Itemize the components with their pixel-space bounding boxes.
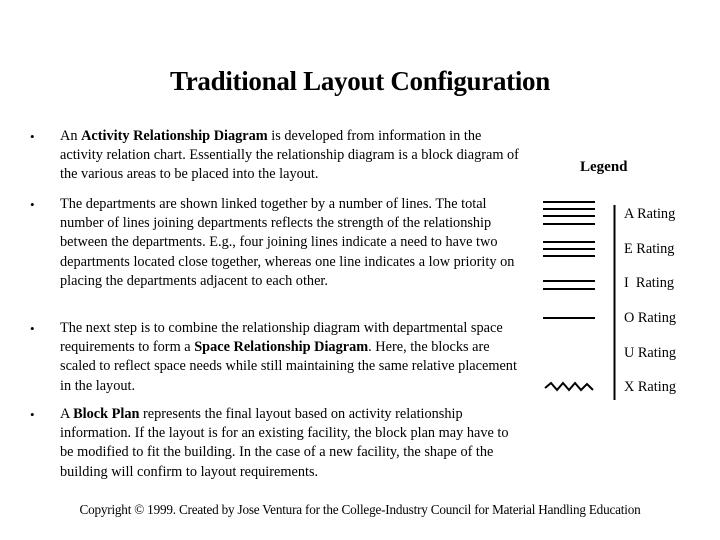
legend-label-e: E Rating [624,241,675,257]
legend-label-a: A Rating [624,206,676,222]
legend-symbol-a-four-lines [543,201,595,225]
legend-label-u: U Rating [624,345,677,361]
copyright-footer: Copyright © 1999. Created by Jose Ventur… [79,502,641,517]
legend-symbol-x-zigzag [544,381,594,392]
legend-graphic [543,201,616,400]
legend-label-x: X Rating [624,379,677,395]
legend-label-i: I Rating [624,275,675,291]
legend-label-o: O Rating [624,310,677,326]
legend-symbol-e-three-lines [543,241,595,257]
legend-symbol-i-two-lines [543,280,595,290]
